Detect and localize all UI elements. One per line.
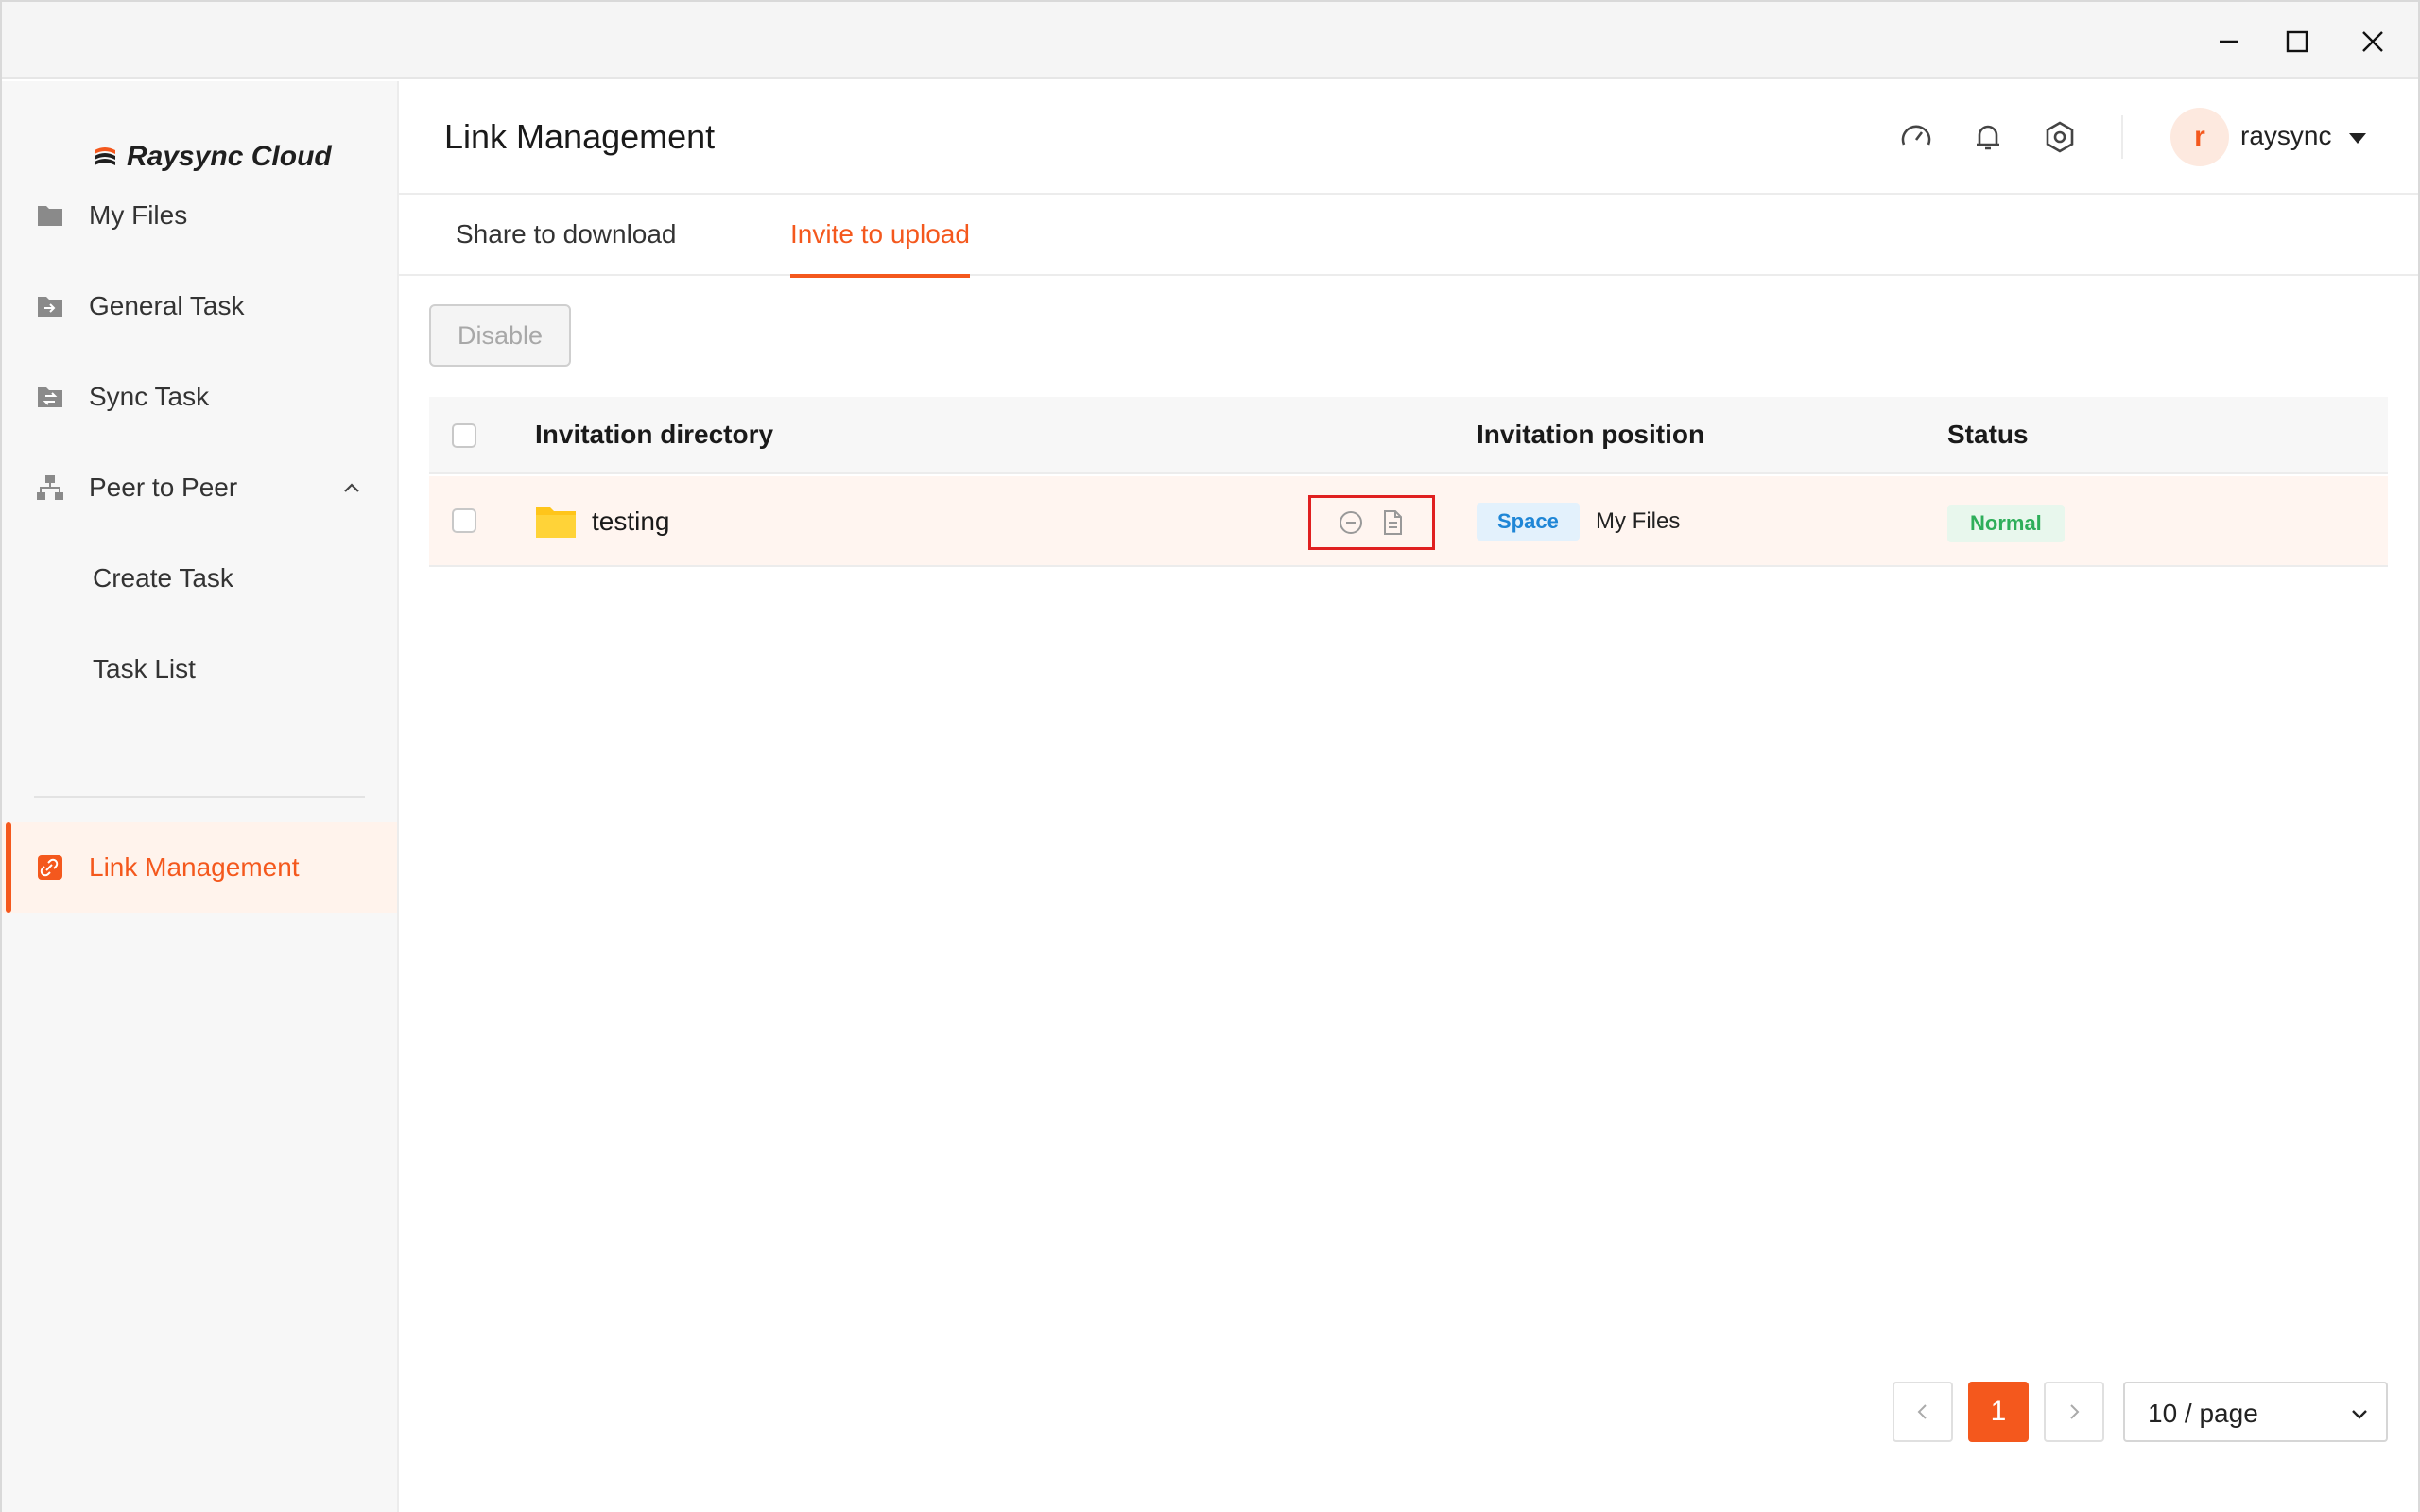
disable-link-button[interactable] (1337, 508, 1365, 537)
sidebar-item-sync-task[interactable]: Sync Task (2, 352, 397, 442)
page-number-current[interactable]: 1 (1968, 1382, 2029, 1442)
sidebar-item-label: Sync Task (89, 382, 210, 411)
close-button[interactable] (2335, 15, 2411, 68)
minimize-button[interactable] (2191, 15, 2267, 68)
header-separator (2121, 115, 2123, 159)
sidebar-item-label: Create Task (93, 563, 233, 593)
link-icon (38, 855, 62, 880)
sidebar-item-label: My Files (89, 200, 188, 230)
disable-button[interactable]: Disable (429, 304, 571, 367)
chevron-down-icon (2352, 1410, 2367, 1419)
document-icon (1384, 510, 1402, 535)
sidebar-item-create-task[interactable]: Create Task (2, 533, 397, 624)
sidebar-item-label: Link Management (89, 852, 300, 882)
position-tag: Space (1477, 503, 1580, 541)
sidebar-item-label: General Task (89, 291, 245, 320)
row-checkbox[interactable] (452, 508, 476, 533)
notifications-button[interactable] (1970, 119, 2006, 155)
app-name: Raysync Cloud (127, 141, 332, 172)
main-content: Link Management r raysync Share to downl… (399, 81, 2418, 1512)
select-all-checkbox[interactable] (452, 423, 476, 448)
page-size-select[interactable]: 10 / page (2123, 1382, 2388, 1442)
prev-page-button[interactable] (1893, 1382, 1953, 1442)
page-size-value: 10 / page (2148, 1399, 2258, 1428)
disable-icon (1340, 511, 1362, 534)
username[interactable]: raysync (2240, 121, 2331, 151)
sidebar-item-peer-to-peer[interactable]: Peer to Peer (2, 442, 397, 533)
sidebar: Raysync Cloud My Files General Task Sync… (2, 81, 399, 1512)
table-row[interactable]: testing Space My Files Normal (429, 476, 2388, 567)
sidebar-item-my-files[interactable]: My Files (2, 170, 397, 261)
column-header-position: Invitation position (1477, 420, 1705, 449)
folder-icon (536, 507, 576, 538)
minimize-icon (2220, 40, 2238, 43)
network-icon (37, 475, 63, 500)
link-details-button[interactable] (1378, 508, 1407, 537)
sidebar-item-label: Peer to Peer (89, 472, 238, 502)
page-header: Link Management r raysync (399, 81, 2418, 195)
chevron-right-icon (2070, 1404, 2080, 1419)
table-header: Invitation directory Invitation position… (429, 397, 2388, 474)
status-badge: Normal (1947, 505, 2065, 542)
folder-arrow-icon (38, 297, 62, 317)
folder-sync-icon (38, 387, 62, 407)
folder-icon (38, 206, 62, 226)
sidebar-divider (34, 796, 365, 798)
bell-icon (1977, 125, 1999, 150)
settings-icon (2046, 121, 2074, 153)
app-window: Raysync Cloud My Files General Task Sync… (0, 0, 2420, 1512)
next-page-button[interactable] (2044, 1382, 2104, 1442)
chevron-up-icon (344, 483, 359, 492)
row-actions (1308, 495, 1435, 550)
sidebar-item-general-task[interactable]: General Task (2, 261, 397, 352)
raysync-logo-icon (95, 147, 115, 165)
tab-invite-to-upload[interactable]: Invite to upload (790, 219, 970, 278)
avatar[interactable]: r (2170, 108, 2229, 166)
maximize-button[interactable] (2259, 15, 2335, 68)
page-title: Link Management (444, 117, 716, 156)
speedometer-icon (1901, 125, 1931, 146)
chevron-left-icon (1917, 1404, 1927, 1419)
sidebar-item-link-management[interactable]: Link Management (2, 822, 397, 913)
sidebar-item-label: Task List (93, 654, 196, 683)
title-bar (2, 2, 2418, 79)
tab-bar: Share to download Invite to upload (399, 195, 2418, 278)
sidebar-item-task-list[interactable]: Task List (2, 624, 397, 714)
speedometer-button[interactable] (1898, 119, 1934, 155)
column-header-status: Status (1947, 420, 2029, 449)
position-text: My Files (1596, 508, 1681, 534)
directory-name[interactable]: testing (592, 507, 670, 537)
caret-down-icon[interactable] (2346, 127, 2369, 149)
close-icon (2362, 31, 2383, 52)
tab-share-to-download[interactable]: Share to download (456, 219, 677, 276)
column-header-directory: Invitation directory (535, 420, 774, 449)
settings-button[interactable] (2042, 119, 2078, 155)
maximize-icon (2286, 30, 2308, 53)
